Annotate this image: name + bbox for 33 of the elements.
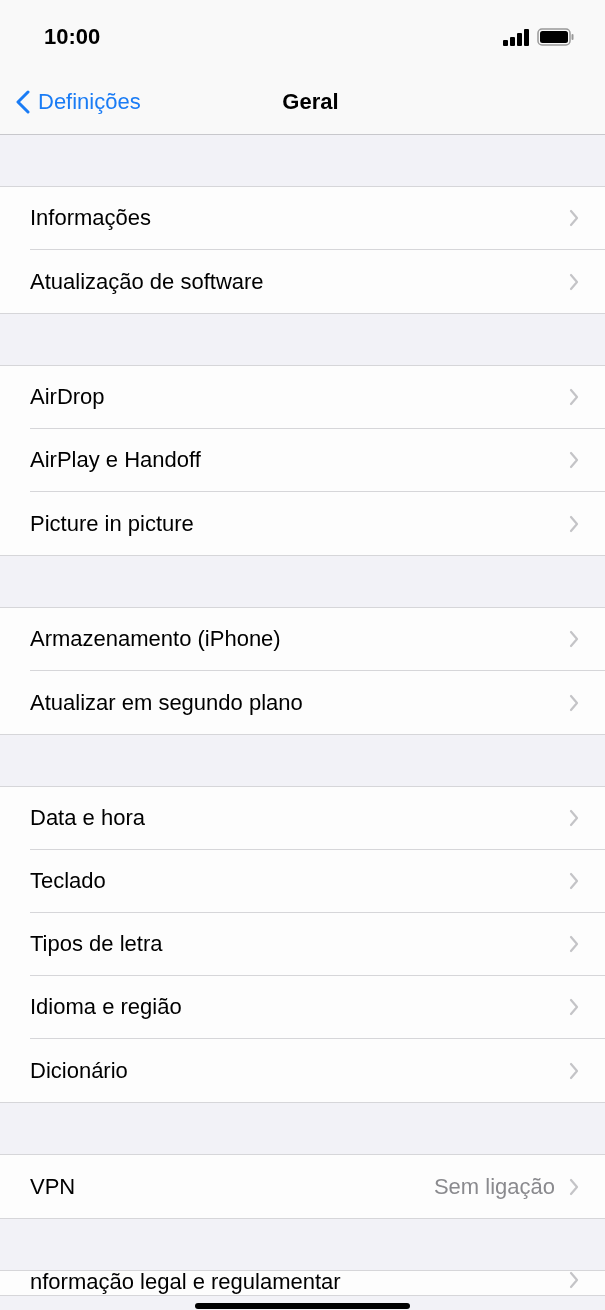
chevron-icon (569, 1177, 579, 1196)
settings-row[interactable]: Idioma e região (30, 976, 605, 1039)
screen-title: Geral (282, 89, 339, 115)
battery-icon (537, 28, 575, 46)
settings-row[interactable]: Informações (30, 187, 605, 250)
settings-row[interactable]: Picture in picture (30, 492, 605, 555)
settings-row[interactable]: Armazenamento (iPhone) (30, 608, 605, 671)
row-value: Sem ligação (433, 1173, 555, 1200)
chevron-icon (569, 630, 579, 648)
chevron-icon (569, 935, 579, 953)
chevron-icon (569, 998, 579, 1016)
settings-row[interactable]: Tipos de letra (30, 913, 605, 976)
signal-icon (503, 28, 531, 46)
settings-row[interactable]: Atualizar em segundo plano (30, 671, 605, 734)
settings-row[interactable]: Dicionário (30, 1039, 605, 1102)
back-icon (16, 90, 30, 114)
chevron-icon (569, 872, 579, 890)
chevron-icon (569, 388, 579, 406)
chevron-icon (569, 514, 579, 533)
chevron-icon (569, 272, 579, 291)
settings-row[interactable]: Atualização de software (30, 250, 605, 313)
chevron-icon (569, 1271, 579, 1289)
chevron-icon (569, 451, 579, 469)
chevron-icon (569, 693, 579, 712)
chevron-icon (569, 809, 579, 827)
back-button[interactable]: Definições (16, 89, 141, 115)
settings-row[interactable]: Data e hora (30, 787, 605, 850)
settings-row[interactable]: Teclado (30, 850, 605, 913)
clock: 10:00 (44, 23, 101, 50)
chevron-icon (569, 1061, 579, 1080)
chevron-icon (569, 209, 579, 227)
settings-row[interactable]: AirDrop (30, 366, 605, 429)
settings-row[interactable]: AirPlay e Handoff (30, 429, 605, 492)
